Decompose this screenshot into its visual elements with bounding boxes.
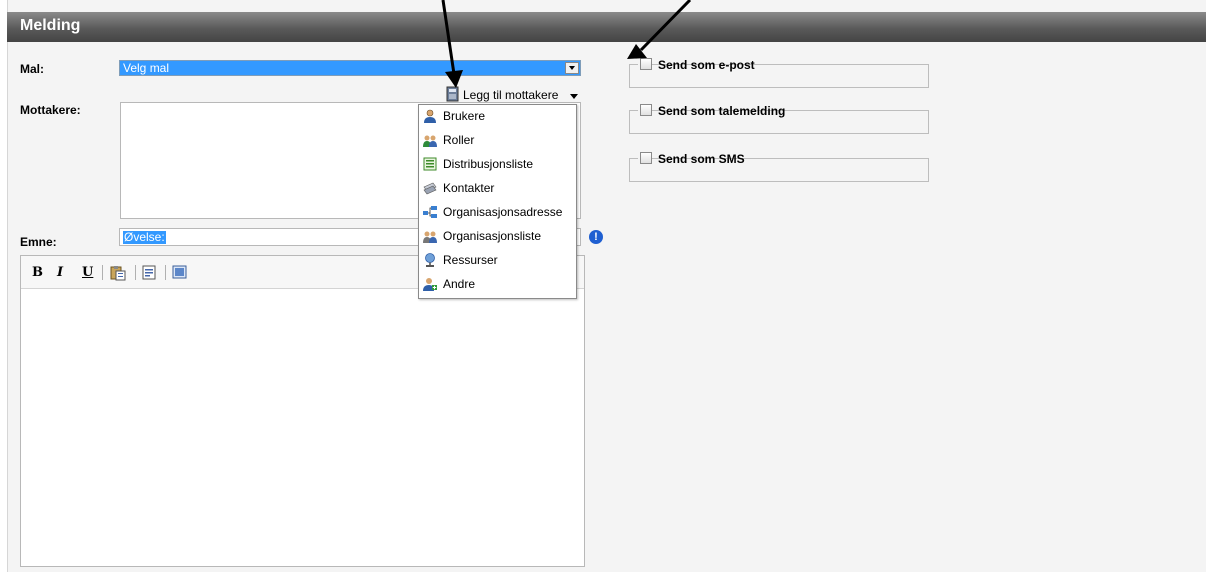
toolbar-separator [102,265,103,280]
panel-header: Melding [7,12,1206,42]
menu-item-organisasjonsliste[interactable]: Organisasjonsliste [419,226,576,248]
menu-item-brukere[interactable]: Brukere [419,106,576,128]
voice-checkbox[interactable] [640,104,652,116]
menu-item-distribusjonsliste[interactable]: Distribusjonsliste [419,154,576,176]
address-book-icon [446,86,459,102]
message-editor[interactable]: B I U [20,255,585,567]
email-option-label[interactable]: Send som e-post [658,58,755,72]
email-checkbox[interactable] [640,58,652,70]
list-icon [423,157,437,171]
send-option-voice: Send som talemelding [629,103,929,134]
dropdown-arrow-icon[interactable] [565,62,579,74]
caret-down-icon [570,94,578,99]
recipients-label: Mottakere: [20,103,81,117]
org-address-icon [423,206,437,218]
menu-item-ressurser[interactable]: Ressurser [419,250,576,272]
template-select-value: Velg mal [123,61,170,75]
sms-option-label[interactable]: Send som SMS [658,152,745,166]
italic-button[interactable]: I [57,265,63,280]
template-select[interactable]: Velg mal [119,60,581,76]
toolbar-separator [165,265,166,280]
voice-option-label[interactable]: Send som talemelding [658,104,785,118]
subject-value: Øvelse: [123,230,166,244]
source-view-icon[interactable] [172,265,187,280]
org-list-icon [423,231,437,243]
add-recipients-label: Legg til mottakere [463,88,559,102]
resource-icon [425,253,435,267]
subject-label: Emne: [20,235,57,249]
template-label: Mal: [20,62,44,76]
send-option-sms: Send som SMS [629,151,929,182]
menu-item-organisasjonsadresse[interactable]: Organisasjonsadresse [419,202,576,224]
sms-checkbox[interactable] [640,152,652,164]
add-recipients-menu: Brukere Roller Distribusjonsliste Kontak… [418,104,577,299]
paste-icon[interactable] [110,265,126,281]
menu-item-kontakter[interactable]: Kontakter [419,178,576,200]
roles-icon [423,135,437,147]
panel-title: Melding [20,17,81,34]
send-option-email: Send som e-post [629,57,929,88]
menu-item-andre[interactable]: Andre [419,274,576,296]
menu-item-roller[interactable]: Roller [419,130,576,152]
contacts-icon [423,182,437,195]
info-icon[interactable]: ! [589,230,603,244]
template-icon[interactable] [142,265,157,280]
underline-button[interactable]: U [82,265,93,280]
add-user-icon [423,278,437,291]
user-icon [424,109,436,123]
bold-button[interactable]: B [32,265,43,280]
toolbar-separator [135,265,136,280]
